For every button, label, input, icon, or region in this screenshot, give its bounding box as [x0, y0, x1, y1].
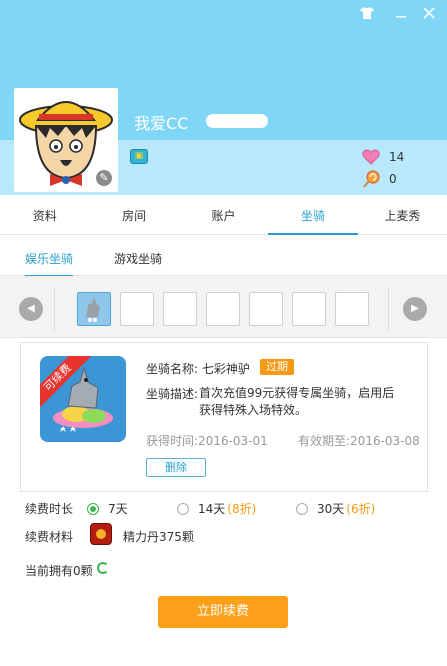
- user-id-redacted: [206, 114, 268, 128]
- renew-material-label: 续费材料: [25, 530, 74, 544]
- obtained-time: 获得时间:2016-03-01: [146, 434, 268, 448]
- carousel-next-button[interactable]: ▶: [403, 297, 427, 321]
- mount-slot-empty[interactable]: [292, 292, 326, 326]
- radio-icon[interactable]: [177, 502, 189, 515]
- hearts-count: 14: [389, 150, 405, 164]
- lollipop-stat: 0: [362, 170, 397, 188]
- mount-slot-empty[interactable]: [249, 292, 283, 326]
- mount-slot-empty[interactable]: [335, 292, 369, 326]
- duration-option-14d[interactable]: 14天 (8折): [177, 500, 256, 517]
- divider: [54, 288, 55, 330]
- duration-option-7d[interactable]: 7天: [87, 500, 128, 517]
- divider: [388, 288, 389, 330]
- main-tabs: 资料 房间 账户 坐骑 上麦秀: [0, 197, 447, 235]
- carousel-prev-button[interactable]: ◀: [19, 297, 43, 321]
- lollipop-count: 0: [389, 172, 397, 186]
- tab-room[interactable]: 房间: [89, 197, 178, 234]
- mount-subtabs: 娱乐坐骑 游戏坐骑: [0, 240, 447, 277]
- refresh-icon[interactable]: [97, 562, 109, 574]
- mount-name: 七彩神驴: [201, 362, 250, 376]
- expiry-time: 有效期至:2016-03-08: [298, 434, 420, 448]
- pencil-icon[interactable]: ✎: [94, 168, 114, 188]
- discount-label: (8折): [227, 502, 257, 516]
- username: 我爱CC: [134, 114, 189, 133]
- tab-mounts[interactable]: 坐骑: [268, 197, 359, 235]
- duration-option-30d[interactable]: 30天 (6折): [296, 500, 375, 517]
- mount-name-label: 坐骑名称: 七彩神驴: [146, 362, 250, 376]
- owned-count: 当前拥有0颗: [25, 564, 93, 578]
- shirt-icon[interactable]: [357, 6, 377, 24]
- avatar[interactable]: ✎: [14, 88, 118, 192]
- mount-slot-selected[interactable]: [77, 292, 111, 326]
- profile-header: ✎ 我爱CC ▣ 14 0: [0, 0, 447, 195]
- radio-icon[interactable]: [296, 502, 308, 515]
- renew-duration-label: 续费时长: [25, 502, 74, 516]
- mount-desc-label: 坐骑描述:: [146, 387, 199, 401]
- mount-slot-empty[interactable]: [120, 292, 154, 326]
- radio-icon[interactable]: [87, 502, 99, 515]
- close-icon[interactable]: [419, 6, 439, 24]
- subtab-entertainment-mounts[interactable]: 娱乐坐骑: [25, 250, 74, 277]
- delete-button[interactable]: 删除: [146, 458, 206, 477]
- mount-image: 可续费: [40, 356, 126, 442]
- renew-now-button[interactable]: 立即续费: [158, 596, 288, 628]
- minimize-icon[interactable]: [391, 6, 411, 24]
- discount-label: (6折): [346, 502, 376, 516]
- status-badge: 过期: [260, 359, 294, 375]
- mount-carousel: ◀ ▶: [0, 276, 447, 338]
- rainbow-donkey-image: [40, 356, 126, 442]
- level-badge-icon[interactable]: ▣: [130, 149, 148, 164]
- material-amount: 精力丹375颗: [123, 530, 194, 544]
- energy-pill-icon: [90, 523, 112, 545]
- mount-description: 首次充值99元获得专属坐骑，启用后获得特殊入场特效。: [199, 386, 395, 417]
- mount-slot-empty[interactable]: [206, 292, 240, 326]
- tab-profile[interactable]: 资料: [0, 197, 89, 234]
- hearts-stat: 14: [362, 148, 404, 166]
- mount-detail-card: 可续费 坐骑名称: 七彩神驴 过期 坐骑描述: 首次充值99元获得专属坐骑，启用…: [20, 342, 428, 492]
- heart-icon: [362, 148, 380, 166]
- lollipop-icon: [362, 170, 380, 188]
- donkey-thumb-icon: [78, 293, 110, 325]
- tab-mic-show[interactable]: 上麦秀: [358, 197, 447, 234]
- subtab-game-mounts[interactable]: 游戏坐骑: [114, 250, 162, 275]
- mount-slot-empty[interactable]: [163, 292, 197, 326]
- tab-account[interactable]: 账户: [179, 197, 268, 234]
